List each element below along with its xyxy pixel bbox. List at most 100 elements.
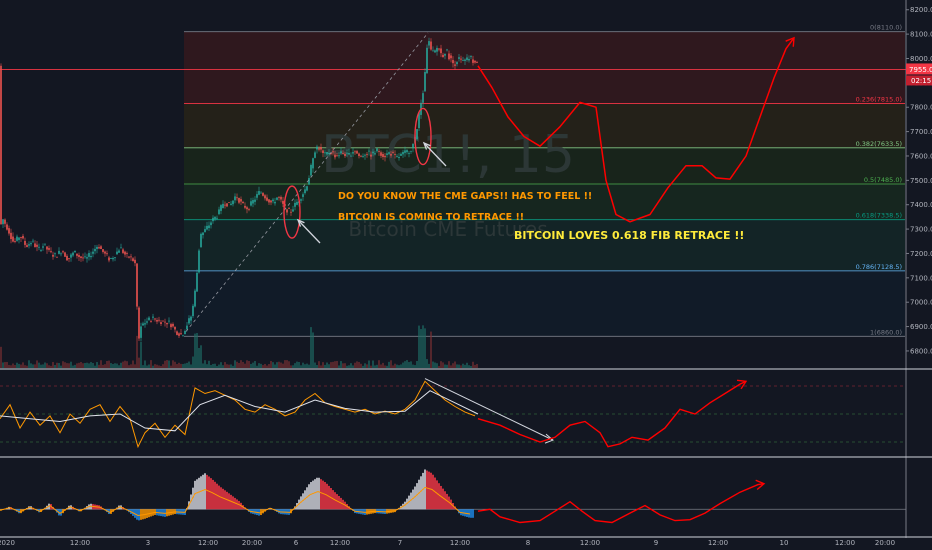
price-candle-body — [104, 251, 106, 254]
volume-bar — [414, 365, 416, 368]
price-candle-body — [400, 153, 402, 156]
price-candle-body — [30, 243, 32, 245]
price-candle-body — [472, 59, 474, 63]
volume-bar — [140, 341, 142, 368]
price-candle-body — [72, 252, 74, 256]
volume-bar — [418, 325, 420, 368]
volume-bar — [212, 363, 214, 368]
volume-bar — [6, 361, 8, 368]
price-candle-body — [398, 157, 400, 159]
price-candle-body — [258, 191, 260, 195]
price-candle-body — [34, 243, 36, 248]
volume-bar — [22, 362, 24, 368]
price-candle-body — [450, 55, 452, 59]
volume-bar — [28, 360, 30, 368]
price-candle-body — [212, 217, 214, 222]
price-candle-body — [112, 257, 114, 260]
volume-bar — [62, 361, 64, 368]
volume-bar — [466, 362, 468, 368]
price-candle-body — [282, 200, 284, 204]
volume-bar — [454, 361, 456, 368]
volume-bar — [330, 362, 332, 368]
price-candle-body — [326, 152, 328, 155]
volume-bar — [392, 365, 394, 368]
price-candle-body — [224, 204, 226, 206]
rsi-layer: 255075 — [0, 378, 919, 449]
volume-bar — [412, 364, 414, 368]
volume-bar — [462, 363, 464, 368]
price-candle-body — [244, 205, 246, 208]
watermark-layer: BTC1!, 15Bitcoin CME Futures — [321, 125, 575, 241]
volume-bar — [80, 362, 82, 368]
macd-hist-bar — [426, 470, 428, 510]
time-tick-label: 12:00 — [835, 539, 855, 547]
volume-bar — [226, 364, 228, 368]
price-candle-body — [390, 154, 392, 156]
volume-bar — [44, 362, 46, 368]
volume-bar — [150, 360, 152, 368]
price-candle-body — [38, 246, 40, 248]
macd-hist-bar — [438, 483, 440, 510]
price-tick-label: 8000.0 — [910, 55, 932, 63]
price-candle-body — [468, 58, 470, 61]
volume-bar — [130, 364, 132, 368]
volume-bar — [250, 363, 252, 368]
price-tick-label: 7700.0 — [910, 128, 932, 136]
volume-bar — [270, 360, 272, 368]
price-candle-body — [290, 211, 292, 213]
price-candle-body — [470, 56, 472, 58]
price-candle-body — [206, 225, 208, 230]
price-candle-body — [210, 222, 212, 226]
price-candle-body — [264, 195, 266, 199]
price-candle-body — [376, 148, 378, 152]
volume-bar — [112, 364, 114, 368]
volume-bar — [326, 362, 328, 368]
volume-bar — [154, 364, 156, 368]
volume-bar — [104, 364, 106, 368]
countdown-label: 02:15 — [911, 77, 931, 85]
chart-svg[interactable]: 0(8110.0) 0.236(7815.0) 0.382(7633.5) 0.5(7… — [0, 0, 932, 550]
volume-bar — [194, 333, 196, 368]
price-tick-label: 6900.0 — [910, 323, 932, 331]
price-candle-body — [308, 178, 310, 185]
price-candle-body — [276, 197, 278, 200]
volume-bar — [400, 364, 402, 368]
price-candle-body — [148, 317, 150, 320]
volume-bar — [350, 363, 352, 368]
volume-bar — [68, 363, 70, 368]
price-candle-body — [292, 209, 294, 212]
time-tick-label: 12:00 — [330, 539, 350, 547]
price-candle-body — [354, 151, 356, 153]
volume-bar — [146, 365, 148, 368]
price-candle-body — [96, 246, 98, 249]
price-candle-body — [254, 199, 256, 202]
macd-hist-bar — [424, 469, 426, 510]
volume-bar — [120, 362, 122, 368]
price-candle-body — [164, 321, 166, 323]
volume-bar — [464, 364, 466, 368]
price-candle-body — [204, 229, 206, 233]
price-candle-body — [368, 150, 370, 152]
price-tick-label: 7000.0 — [910, 299, 932, 307]
volume-bar — [204, 360, 206, 368]
macd-layer: 0100200 — [0, 468, 923, 524]
volume-bar — [92, 362, 94, 368]
volume-bar — [468, 365, 470, 368]
volume-bar — [246, 360, 248, 368]
volume-bar — [342, 363, 344, 368]
price-candle-body — [306, 186, 308, 191]
price-candle-body — [458, 57, 460, 59]
volume-bar — [364, 363, 366, 368]
price-candle-body — [238, 198, 240, 203]
volume-bar — [2, 362, 4, 368]
volume-bar — [114, 363, 116, 368]
price-candle-body — [6, 224, 8, 230]
fib-level-label: 0.786(7128.5) — [856, 263, 902, 271]
price-candle-body — [32, 240, 34, 242]
price-candle-body — [48, 248, 50, 250]
volume-bar — [30, 363, 32, 368]
price-candle-body — [146, 321, 148, 323]
volume-bar — [376, 364, 378, 368]
macd-hist-bar — [314, 479, 316, 510]
volume-bar — [292, 365, 294, 368]
